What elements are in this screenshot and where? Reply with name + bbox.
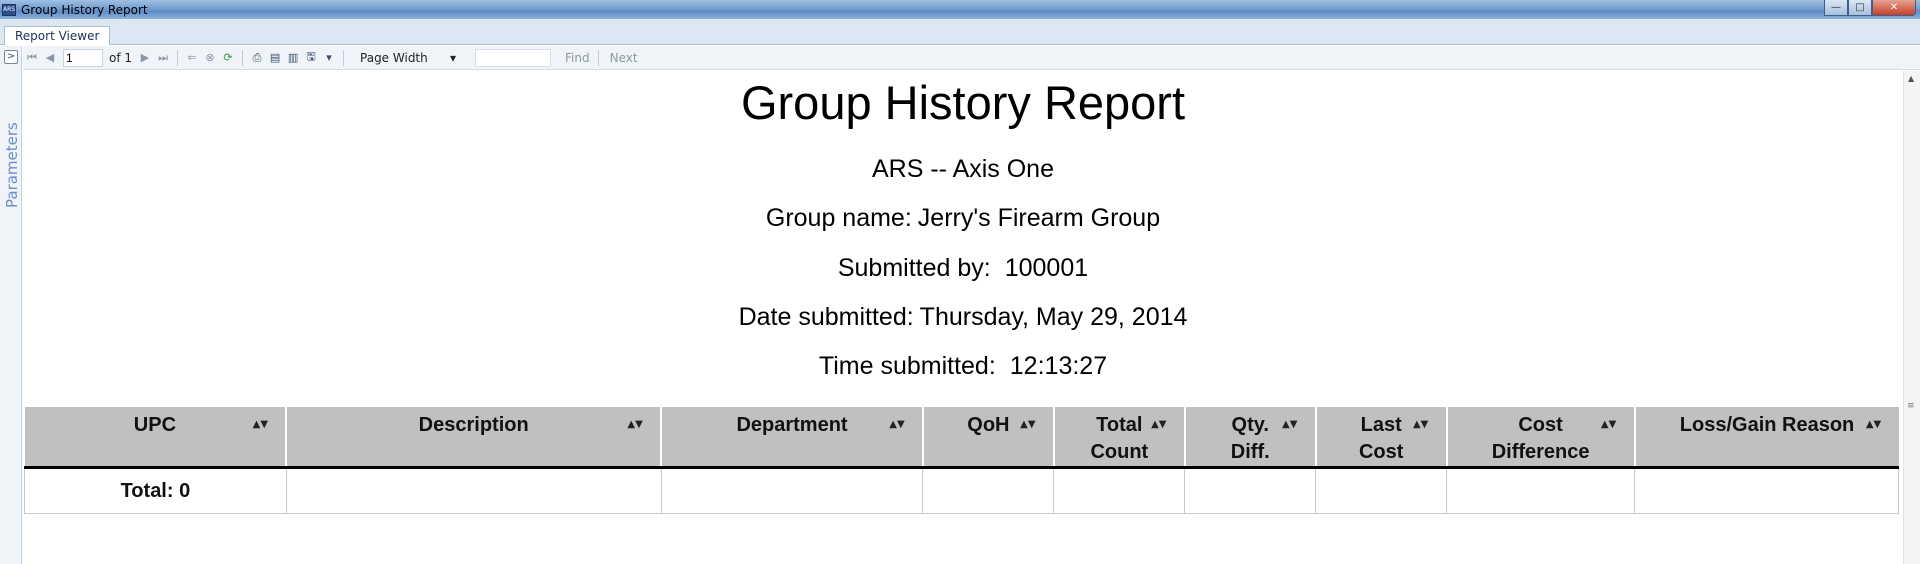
column-header-cost-difference[interactable]: Cost Difference ▲▼: [1446, 407, 1636, 469]
toolbar-separator: [343, 49, 345, 66]
date-submitted-value: Thursday, May 29, 2014: [919, 303, 1188, 331]
window-controls: — □ ✕: [1824, 0, 1916, 16]
group-name-value: Jerry's Firearm Group: [917, 204, 1161, 232]
table-cell: [1315, 467, 1448, 514]
page-number-input[interactable]: [63, 48, 103, 67]
submitted-by-line: Submitted by: 100001: [23, 254, 1903, 283]
history-table: UPC ▲▼ Description ▲▼ Department ▲▼ QoH ▲▼ T…: [24, 407, 1899, 514]
find-input[interactable]: [475, 48, 552, 67]
find-link[interactable]: Find: [565, 51, 590, 65]
total-cell: Total: 0: [24, 467, 287, 514]
column-header-total-count[interactable]: Total Count ▲▼: [1053, 407, 1186, 469]
first-page-icon[interactable]: ⏮: [23, 49, 41, 67]
table-cell: [922, 467, 1055, 514]
time-submitted-line: Time submitted: 12:13:27: [23, 352, 1903, 381]
maximize-button[interactable]: □: [1848, 0, 1872, 16]
column-header-label: UPC: [133, 414, 177, 436]
print-icon[interactable]: ⎙: [248, 49, 266, 67]
toolbar-separator: [597, 49, 599, 66]
tab-report-viewer[interactable]: Report Viewer: [4, 26, 111, 45]
table-cell: [661, 467, 924, 514]
zoom-select-value: Page Width: [360, 50, 428, 65]
scroll-up-icon[interactable]: ▲: [1908, 74, 1914, 83]
table-cell: [1053, 467, 1186, 514]
stop-icon[interactable]: ⊗: [201, 49, 219, 67]
sort-icon[interactable]: ▲▼: [253, 419, 268, 431]
date-submitted-line: Date submitted: Thursday, May 29, 2014: [23, 303, 1903, 332]
report-toolbar: ⏮ ◀ of 1 ▶ ⏭ ⇐ ⊗ ⟳ ⎙ ▤ ▥ 🖫 ▾ Page Width …: [23, 46, 1920, 70]
column-header-loss-gain-reason[interactable]: Loss/Gain Reason ▲▼: [1634, 407, 1899, 469]
sort-icon[interactable]: ▲▼: [1020, 419, 1035, 431]
column-header-department[interactable]: Department ▲▼: [661, 407, 924, 469]
tab-strip: Report Viewer: [0, 19, 1920, 45]
previous-page-icon[interactable]: ◀: [41, 49, 59, 67]
vertical-scrollbar[interactable]: ▲ ≡: [1903, 71, 1920, 564]
sort-icon[interactable]: ▲▼: [1601, 419, 1616, 431]
sort-icon[interactable]: ▲▼: [889, 419, 904, 431]
zoom-select[interactable]: Page Width ▾: [355, 48, 462, 67]
scroll-thumb-grip-icon[interactable]: ≡: [1907, 401, 1915, 411]
table-header-row: UPC ▲▼ Description ▲▼ Department ▲▼ QoH ▲▼ T…: [24, 407, 1899, 469]
date-submitted-label: Date submitted:: [738, 303, 914, 331]
column-header-label: Cost Difference: [1491, 414, 1590, 463]
parameters-rail: > Parameters: [0, 46, 22, 564]
chevron-down-icon: ▾: [449, 50, 457, 65]
column-header-last-cost[interactable]: Last Cost ▲▼: [1315, 407, 1448, 469]
refresh-icon[interactable]: ⟳: [219, 49, 237, 67]
column-header-qoh[interactable]: QoH ▲▼: [922, 407, 1055, 469]
column-header-qty-diff[interactable]: Qty. Diff. ▲▼: [1184, 407, 1317, 469]
company-line: ARS -- Axis One: [872, 155, 1054, 183]
toolbar-separator: [242, 49, 244, 66]
print-layout-icon[interactable]: ▤: [266, 49, 284, 67]
parameters-label[interactable]: Parameters: [3, 122, 21, 208]
sort-icon[interactable]: ▲▼: [1866, 419, 1881, 431]
column-header-label: Total Count: [1090, 414, 1149, 463]
next-link[interactable]: Next: [610, 51, 638, 65]
time-submitted-value: 12:13:27: [1009, 352, 1108, 380]
report-title: Group History Report: [740, 76, 1186, 129]
group-name-line: Group name: Jerry's Firearm Group: [23, 204, 1903, 233]
page-setup-icon[interactable]: ▥: [284, 49, 302, 67]
column-header-upc[interactable]: UPC ▲▼: [24, 407, 288, 469]
group-name-label: Group name:: [765, 204, 912, 232]
expand-parameters-button[interactable]: >: [4, 50, 18, 64]
sort-icon[interactable]: ▲▼: [1282, 419, 1297, 431]
column-header-label: Description: [418, 414, 529, 436]
window-title-bar[interactable]: ARS Group History Report — □ ✕: [0, 0, 1920, 19]
last-page-icon[interactable]: ⏭: [154, 49, 172, 67]
window-title: Group History Report: [21, 2, 148, 17]
table-cell: [1184, 467, 1317, 514]
sort-icon[interactable]: ▲▼: [1413, 419, 1428, 431]
export-icon[interactable]: 🖫: [302, 49, 320, 67]
table-cell: [286, 467, 662, 514]
minimize-button[interactable]: —: [1824, 0, 1848, 16]
chevron-down-icon[interactable]: ▾: [320, 49, 338, 67]
column-header-label: QoH: [967, 414, 1010, 436]
app-icon: ARS: [2, 3, 16, 16]
back-icon[interactable]: ⇐: [183, 49, 201, 67]
sort-icon[interactable]: ▲▼: [1151, 419, 1166, 431]
page-count-label: of 1: [109, 50, 133, 65]
time-submitted-label: Time submitted:: [818, 352, 996, 380]
column-header-label: Department: [736, 414, 848, 436]
close-button[interactable]: ✕: [1872, 0, 1916, 16]
table-cell: [1446, 467, 1636, 514]
table-total-row: Total: 0: [24, 467, 1899, 514]
column-header-label: Loss/Gain Reason: [1679, 414, 1855, 436]
column-header-description[interactable]: Description ▲▼: [286, 407, 663, 469]
submitted-by-value: 100001: [1004, 254, 1089, 282]
column-header-label: Last Cost: [1358, 414, 1404, 463]
next-page-icon[interactable]: ▶: [136, 49, 154, 67]
column-header-label: Qty. Diff.: [1230, 414, 1270, 463]
submitted-by-label: Submitted by:: [837, 254, 991, 282]
report-page: Group History Report ARS -- Axis One Gro…: [23, 71, 1903, 564]
sort-icon[interactable]: ▲▼: [627, 419, 642, 431]
table-cell: [1634, 467, 1899, 514]
toolbar-separator: [177, 49, 179, 66]
